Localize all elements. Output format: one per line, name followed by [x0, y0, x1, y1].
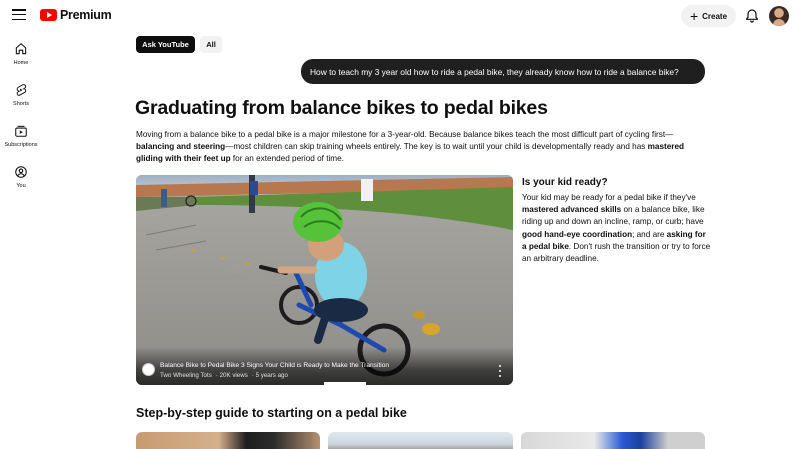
top-bar: Premium + Create [0, 0, 800, 32]
sidebar-item-label: Shorts [13, 101, 29, 107]
create-label: Create [702, 11, 728, 21]
channel-name[interactable]: Two Wheeling Tots [160, 372, 212, 379]
view-count: 20K views [219, 372, 248, 379]
sidebar-item-label: Subscriptions [4, 142, 38, 148]
video-title[interactable]: Balance Bike to Pedal Bike 3 Signs Your … [160, 362, 389, 369]
subscriptions-icon [15, 125, 27, 137]
home-icon [15, 43, 27, 55]
ready-card-title: Is your kid ready? [522, 177, 608, 188]
ready-card-body: Your kid may be ready for a pedal bike i… [522, 193, 711, 264]
chip-all[interactable]: All [200, 36, 222, 53]
sidebar-item-label: Home [13, 60, 29, 66]
account-avatar[interactable] [769, 6, 789, 26]
sidebar-item-home[interactable]: Home [0, 42, 42, 78]
video-progress-bar[interactable] [324, 382, 366, 385]
create-button[interactable]: + Create [681, 5, 736, 27]
youtube-premium-logo[interactable]: Premium [40, 8, 112, 22]
upload-age: 5 years ago [255, 372, 288, 379]
bell-icon[interactable] [744, 8, 760, 24]
menu-icon[interactable] [12, 9, 26, 21]
video-meta: Two Wheeling Tots · 20K views · 5 years ag… [160, 372, 288, 379]
guide-thumbnail[interactable] [136, 432, 320, 449]
more-options-icon[interactable] [497, 365, 503, 377]
logo-text: Premium [60, 8, 112, 22]
guide-section-title: Step-by-step guide to starting on a peda… [136, 406, 407, 420]
guide-thumbnail[interactable] [521, 432, 705, 449]
sidebar-item-shorts[interactable]: Shorts [0, 83, 42, 119]
plus-icon: + [689, 8, 699, 24]
guide-thumbnail[interactable] [328, 432, 513, 449]
youtube-logo-icon [40, 9, 57, 21]
sidebar-item-subscriptions[interactable]: Subscriptions [0, 124, 42, 160]
user-query-bubble: How to teach my 3 year old how to ride a… [301, 59, 705, 84]
shorts-icon [16, 84, 27, 96]
sidebar-item-you[interactable]: You [0, 165, 42, 201]
channel-avatar[interactable] [142, 363, 155, 376]
article-intro: Moving from a balance bike to a pedal bi… [136, 130, 685, 164]
you-icon [15, 166, 27, 178]
chip-ask-youtube[interactable]: Ask YouTube [136, 36, 195, 53]
video-player[interactable]: Balance Bike to Pedal Bike 3 Signs Your … [136, 175, 513, 385]
sidebar-item-label: You [16, 183, 26, 189]
article-title: Graduating from balance bikes to pedal b… [135, 97, 548, 119]
